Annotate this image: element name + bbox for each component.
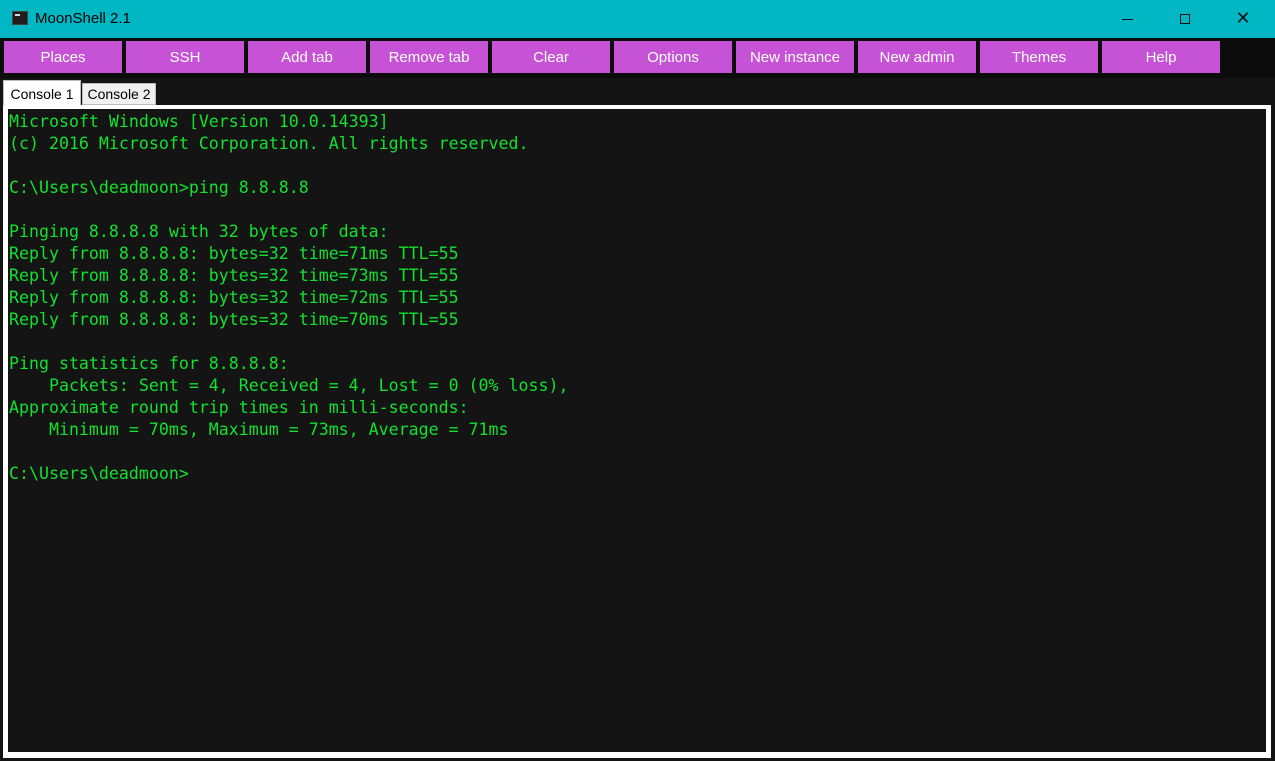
new-admin-button[interactable]: New admin — [858, 41, 976, 73]
console-line: C:\Users\deadmoon>ping 8.8.8.8 — [9, 178, 309, 197]
new-instance-button[interactable]: New instance — [736, 41, 854, 73]
console-line: Microsoft Windows [Version 10.0.14393] — [9, 112, 389, 131]
console-frame: Microsoft Windows [Version 10.0.14393] (c… — [3, 105, 1271, 758]
title-bar[interactable]: MoonShell 2.1 ✕ — [0, 0, 1275, 38]
console-line: Packets: Sent = 4, Received = 4, Lost = … — [9, 376, 569, 395]
ssh-button[interactable]: SSH — [126, 41, 244, 73]
window-title: MoonShell 2.1 — [35, 10, 131, 27]
tab-console-2[interactable]: Console 2 — [82, 83, 156, 105]
maximize-icon — [1180, 14, 1190, 24]
console-line: Ping statistics for 8.8.8.8: — [9, 354, 289, 373]
help-button[interactable]: Help — [1102, 41, 1220, 73]
clear-button[interactable]: Clear — [492, 41, 610, 73]
console-line: Reply from 8.8.8.8: bytes=32 time=71ms T… — [9, 244, 459, 263]
close-icon: ✕ — [1235, 8, 1251, 29]
console-line: (c) 2016 Microsoft Corporation. All righ… — [9, 134, 529, 153]
minimize-button[interactable] — [1098, 0, 1156, 38]
console-line: Reply from 8.8.8.8: bytes=32 time=70ms T… — [9, 310, 459, 329]
tab-console-1[interactable]: Console 1 — [3, 80, 81, 106]
maximize-button[interactable] — [1156, 0, 1214, 38]
add-tab-button[interactable]: Add tab — [248, 41, 366, 73]
console-line: C:\Users\deadmoon> — [9, 464, 189, 483]
places-button[interactable]: Places — [4, 41, 122, 73]
console-line: Pinging 8.8.8.8 with 32 bytes of data: — [9, 222, 389, 241]
console-output[interactable]: Microsoft Windows [Version 10.0.14393] (c… — [8, 109, 1266, 752]
console-line: Approximate round trip times in milli-se… — [9, 398, 469, 417]
console-line: Reply from 8.8.8.8: bytes=32 time=73ms T… — [9, 266, 459, 285]
toolbar: Places SSH Add tab Remove tab Clear Opti… — [0, 38, 1275, 78]
moonshell-window: MoonShell 2.1 ✕ Places SSH Add tab Remov… — [0, 0, 1275, 761]
remove-tab-button[interactable]: Remove tab — [370, 41, 488, 73]
themes-button[interactable]: Themes — [980, 41, 1098, 73]
minimize-icon — [1121, 18, 1133, 20]
tab-strip: Console 2 Console 1 — [0, 78, 1275, 106]
console-line: Reply from 8.8.8.8: bytes=32 time=72ms T… — [9, 288, 459, 307]
terminal-icon — [12, 11, 28, 25]
console-lines: Microsoft Windows [Version 10.0.14393] (c… — [9, 111, 568, 485]
options-button[interactable]: Options — [614, 41, 732, 73]
console-line: Minimum = 70ms, Maximum = 73ms, Average … — [9, 420, 509, 439]
close-button[interactable]: ✕ — [1214, 0, 1272, 38]
